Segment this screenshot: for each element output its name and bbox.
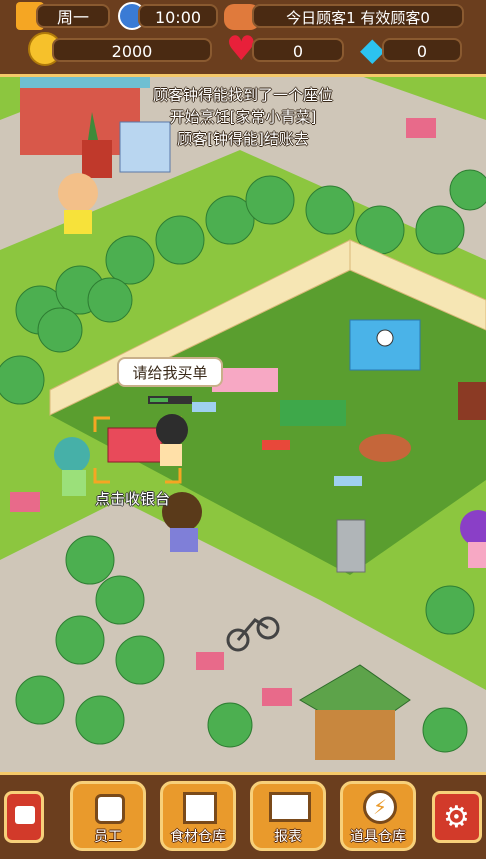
diamond-count: 0: [382, 38, 462, 62]
report-button[interactable]: 报表: [250, 781, 326, 851]
chart-board-icon: [269, 792, 311, 822]
lock-icon: [15, 806, 35, 824]
time-display: 10:00: [138, 4, 218, 28]
lightning-icon: ⚡: [363, 790, 397, 824]
report-label: 报表: [274, 829, 302, 845]
checkout-speech-bubble: 请给我买单: [117, 357, 223, 387]
flower-box-2: [10, 492, 40, 512]
props-warehouse-button[interactable]: ⚡ 道具仓库: [340, 781, 416, 851]
stool-blue[interactable]: [192, 402, 216, 412]
lock-button-left[interactable]: [4, 791, 44, 843]
lock-icon: [95, 794, 125, 824]
props-warehouse-label: 道具仓库: [350, 829, 406, 845]
staff-label: 员工: [94, 829, 122, 845]
gear-icon: ⚙: [443, 800, 470, 835]
flower-box-4: [262, 688, 292, 706]
staff-button[interactable]: 员工: [70, 781, 146, 851]
cashier-desk[interactable]: [107, 427, 163, 463]
ingredients-warehouse-button[interactable]: 食材仓库: [160, 781, 236, 851]
wooden-shelf: [458, 382, 486, 420]
stone-lantern: [336, 519, 366, 573]
cashier-hint: 点击收银台: [95, 490, 171, 508]
event-log-line-1: 顾客钟得能找到了一个座位: [152, 86, 333, 104]
round-table[interactable]: [359, 434, 411, 462]
stool-red[interactable]: [262, 440, 290, 450]
event-log-line-2: 开始烹饪[家常小青菜]: [169, 108, 317, 126]
customer-girl-top[interactable]: [58, 173, 98, 234]
coin-count: 2000: [52, 38, 212, 62]
heart-count: 0: [252, 38, 344, 62]
top-hud: 周一 10:00 今日顾客1 有效顾客0 2000 ♥ 0 ◆ 0: [0, 0, 486, 77]
settings-button[interactable]: ⚙: [432, 791, 482, 843]
event-log-line-3: 顾客[钟得能]结账去: [177, 130, 309, 148]
customer-count: 今日顾客1 有效顾客0: [252, 4, 464, 28]
ingredients-warehouse-label: 食材仓库: [170, 829, 226, 845]
box-icon: [183, 792, 217, 824]
progress-bar-fill: [150, 398, 168, 402]
green-table[interactable]: [280, 400, 346, 426]
day-display: 周一: [36, 4, 110, 28]
bottom-toolbar: 员工 食材仓库 报表 ⚡ 道具仓库 ⚙: [0, 772, 486, 859]
flower-box-3: [196, 652, 224, 670]
stool-blue-2[interactable]: [334, 476, 362, 486]
